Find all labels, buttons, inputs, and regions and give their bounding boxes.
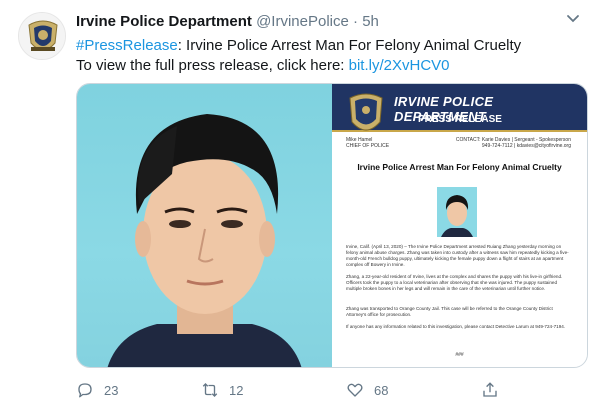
tweet-text: #PressRelease: Irvine Police Arrest Man … <box>76 36 576 76</box>
tweet-actions: 23 12 68 <box>76 378 576 402</box>
retweet-count: 12 <box>229 382 244 398</box>
release-paragraph-4: If anyone has any information related to… <box>346 324 566 329</box>
release-banner-subtitle: PRESS RELEASE <box>418 114 502 125</box>
release-paragraph-2: Zhang, a 22-year-old resident of Irvine,… <box>346 274 563 291</box>
release-contact: CONTACT: Karie Davies | Sergeant - Spoke… <box>456 137 571 149</box>
retweet-icon <box>202 383 218 397</box>
reply-icon <box>78 383 92 398</box>
release-paragraph-1: Irvine, Calif. (April 13, 2020) – The Ir… <box>346 244 569 267</box>
reply-count: 23 <box>104 382 119 398</box>
release-paragraph-3: Zhang was transported to Orange County J… <box>346 306 553 317</box>
contact-line-2: 949-724-7112 | kdavies@cityofirvine.org <box>481 143 571 149</box>
hashtag-link[interactable]: #PressRelease <box>76 37 178 54</box>
retweet-button[interactable]: 12 <box>201 378 243 402</box>
release-end-mark: ### <box>455 352 464 358</box>
tweet-time[interactable]: 5h <box>362 13 379 30</box>
author-handle[interactable]: @IrvinePolice <box>256 13 349 30</box>
like-button[interactable]: 68 <box>346 378 388 402</box>
mugshot-illustration <box>107 114 302 367</box>
avatar[interactable] <box>18 12 66 60</box>
share-icon <box>483 382 497 397</box>
tweet-headline: : Irvine Police Arrest Man For Felony An… <box>177 37 522 54</box>
tweet-line2: To view the full press release, click he… <box>76 57 349 74</box>
release-chief: Mike Hamel CHIEF OF POLICE <box>346 137 389 149</box>
author-name[interactable]: Irvine Police Department <box>76 13 252 30</box>
tweet[interactable]: Irvine Police Department @IrvinePolice ·… <box>0 0 602 413</box>
tweet-header: Irvine Police Department @IrvinePolice ·… <box>76 13 562 33</box>
release-headline: Irvine Police Arrest Man For Felony Anim… <box>357 162 562 172</box>
press-release-link[interactable]: bit.ly/2XvHCV0 <box>349 57 450 74</box>
like-count: 68 <box>374 382 389 398</box>
caret-down-icon[interactable] <box>566 14 580 24</box>
chief-title: CHIEF OF POLICE <box>346 143 390 149</box>
share-button[interactable] <box>481 378 509 402</box>
press-release-document[interactable]: IRVINE POLICE DEPARTMENT PRESS RELEASE M… <box>332 84 587 367</box>
release-mugshot-thumbnail <box>437 187 477 237</box>
separator-dot: · <box>353 13 359 30</box>
police-badge-icon <box>349 93 383 131</box>
avatar-badge-icon <box>19 13 65 59</box>
mugshot-photo[interactable] <box>77 84 332 367</box>
reply-button[interactable]: 23 <box>76 378 118 402</box>
like-icon <box>347 383 363 397</box>
tweet-media[interactable]: IRVINE POLICE DEPARTMENT PRESS RELEASE M… <box>76 83 588 368</box>
